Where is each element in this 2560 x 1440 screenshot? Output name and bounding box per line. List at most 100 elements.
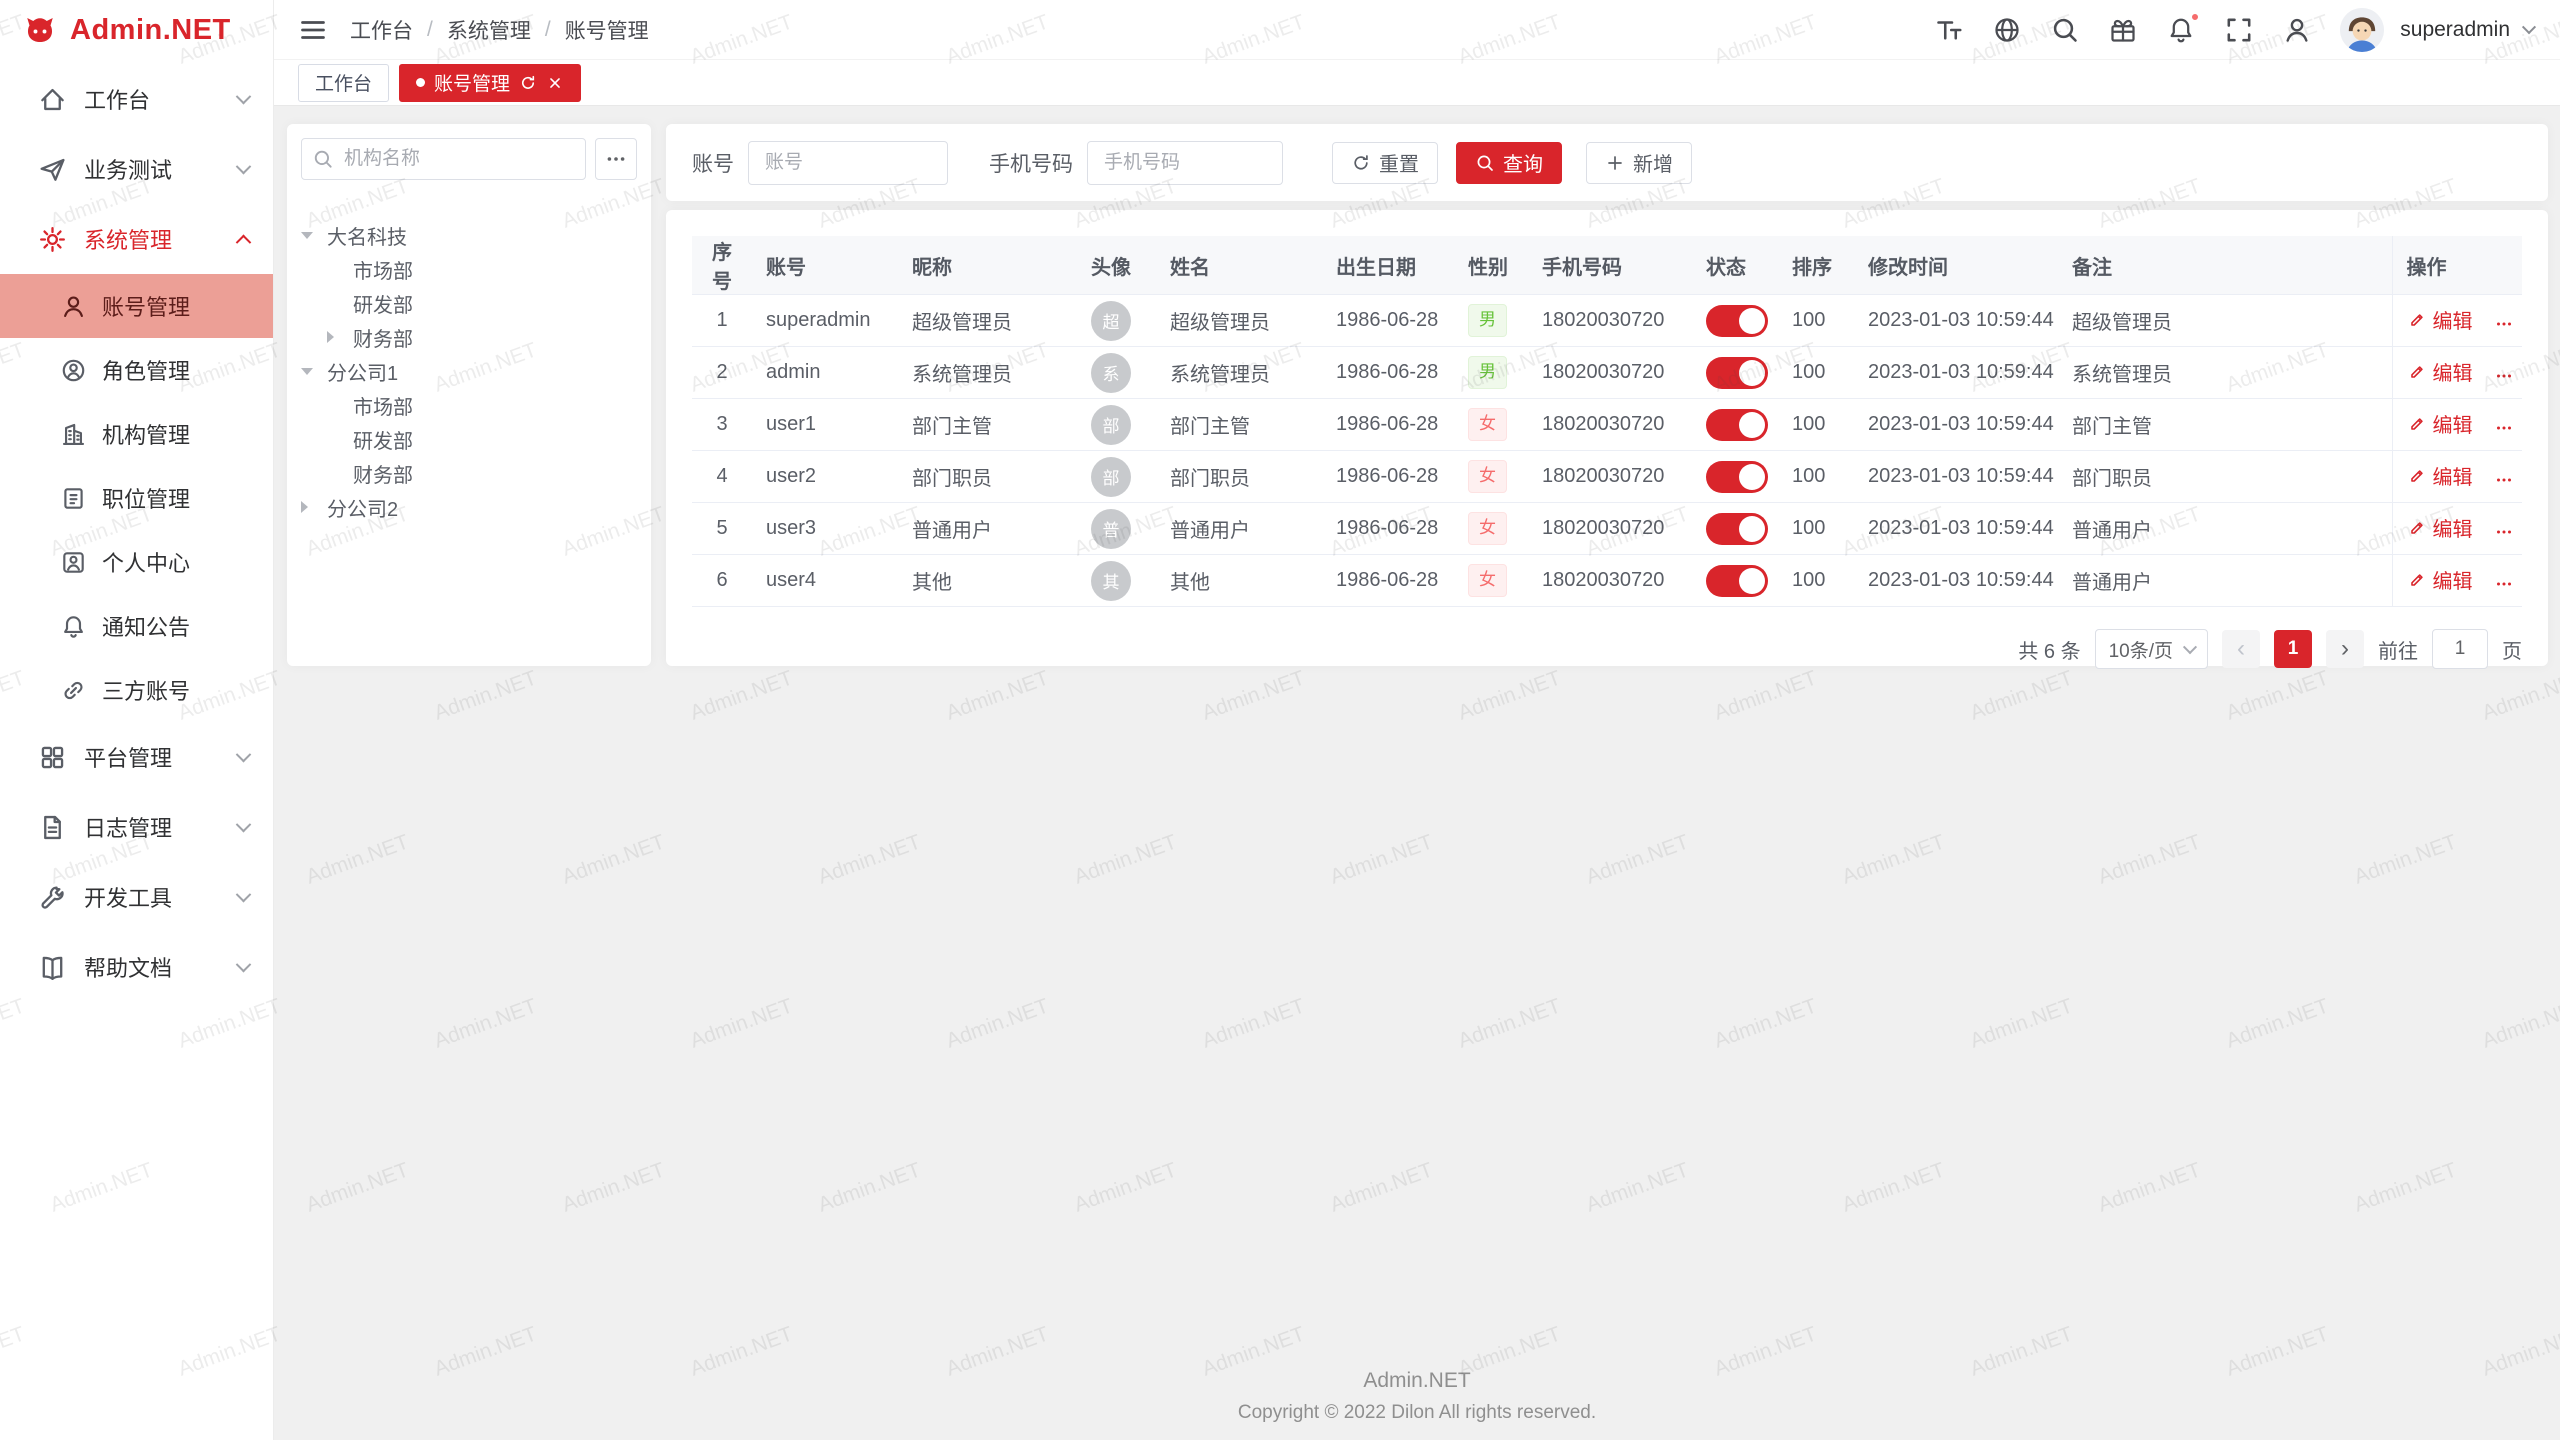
tree-node[interactable]: 市场部 bbox=[301, 388, 637, 422]
sidebar-item-label: 角色管理 bbox=[102, 354, 190, 386]
more-actions-button[interactable] bbox=[2491, 522, 2517, 542]
tab-workbench[interactable]: 工作台 bbox=[298, 64, 389, 102]
search-button[interactable]: 查询 bbox=[1456, 142, 1562, 184]
edit-button[interactable]: 编辑 bbox=[2407, 305, 2473, 334]
tabbar: 工作台 账号管理 bbox=[274, 60, 2560, 106]
more-actions-button[interactable] bbox=[2491, 314, 2517, 334]
cell-account: user4 bbox=[752, 555, 898, 607]
row-avatar: 普 bbox=[1091, 509, 1131, 549]
table-row: 3user1部门主管部部门主管1986-06-28女18020030720100… bbox=[692, 399, 2522, 451]
account-input[interactable] bbox=[748, 141, 948, 185]
tree-node[interactable]: 分公司1 bbox=[301, 354, 637, 388]
tree-node[interactable]: 分公司2 bbox=[301, 490, 637, 524]
cell-operations: 编辑 bbox=[2392, 555, 2522, 607]
sex-tag: 男 bbox=[1468, 304, 1507, 337]
tree-node[interactable]: 研发部 bbox=[301, 286, 637, 320]
status-switch[interactable] bbox=[1706, 409, 1768, 441]
tab-account-manage[interactable]: 账号管理 bbox=[399, 64, 581, 102]
notification-bell-icon[interactable] bbox=[2166, 15, 2196, 45]
sidebar-item-system-manage[interactable]: 系统管理 bbox=[0, 204, 273, 274]
breadcrumb-item-system[interactable]: 系统管理 bbox=[447, 15, 531, 45]
sidebar-item-biz-test[interactable]: 业务测试 bbox=[0, 134, 273, 204]
edit-button[interactable]: 编辑 bbox=[2407, 409, 2473, 438]
phone-input[interactable] bbox=[1087, 141, 1283, 185]
org-search-input[interactable] bbox=[301, 138, 586, 180]
goto-page-input[interactable] bbox=[2432, 629, 2488, 669]
chevron-down-icon bbox=[236, 816, 252, 832]
chevron-down-icon bbox=[236, 746, 252, 762]
prev-page-button[interactable]: ‹ bbox=[2222, 630, 2260, 668]
status-switch[interactable] bbox=[1706, 461, 1768, 493]
sidebar-item-org-manage[interactable]: 机构管理 bbox=[0, 402, 273, 466]
cell-modified-time: 2023-01-03 10:59:44 bbox=[1854, 555, 2058, 607]
close-icon[interactable] bbox=[546, 74, 564, 92]
edit-button[interactable]: 编辑 bbox=[2407, 461, 2473, 490]
menu-collapse-icon[interactable] bbox=[298, 15, 328, 45]
edit-button[interactable]: 编辑 bbox=[2407, 565, 2473, 594]
refresh-icon[interactable] bbox=[519, 74, 537, 92]
tree-node[interactable]: 财务部 bbox=[301, 320, 637, 354]
sidebar-item-position-manage[interactable]: 职位管理 bbox=[0, 466, 273, 530]
sidebar-item-log-manage[interactable]: 日志管理 bbox=[0, 792, 273, 862]
status-switch[interactable] bbox=[1706, 565, 1768, 597]
org-search-row bbox=[301, 138, 637, 180]
status-switch[interactable] bbox=[1706, 305, 1768, 337]
tab-label: 工作台 bbox=[315, 69, 372, 96]
tree-node[interactable]: 市场部 bbox=[301, 252, 637, 286]
theme-icon[interactable] bbox=[2108, 15, 2138, 45]
tree-node[interactable]: 研发部 bbox=[301, 422, 637, 456]
tree-node[interactable]: 大名科技 bbox=[301, 218, 637, 252]
tree-node[interactable]: 财务部 bbox=[301, 456, 637, 490]
more-actions-button[interactable] bbox=[2491, 574, 2517, 594]
caret-right-icon[interactable] bbox=[327, 331, 353, 343]
column-header: 操作 bbox=[2392, 236, 2522, 295]
username[interactable]: superadmin bbox=[2400, 18, 2510, 42]
table-row: 6user4其他其其他1986-06-28女180200307201002023… bbox=[692, 555, 2522, 607]
status-switch[interactable] bbox=[1706, 357, 1768, 389]
logo[interactable]: Admin.NET bbox=[0, 0, 273, 60]
fullscreen-icon[interactable] bbox=[2224, 15, 2254, 45]
sidebar-item-workbench[interactable]: 工作台 bbox=[0, 64, 273, 134]
test-icon bbox=[38, 155, 67, 184]
sidebar-item-role-manage[interactable]: 角色管理 bbox=[0, 338, 273, 402]
account-icon[interactable] bbox=[2282, 15, 2312, 45]
more-actions-button[interactable] bbox=[2491, 470, 2517, 490]
cell-name: 部门主管 bbox=[1156, 399, 1322, 451]
more-actions-button[interactable] bbox=[2491, 366, 2517, 386]
caret-down-icon[interactable] bbox=[301, 368, 327, 375]
sidebar-item-personal-center[interactable]: 个人中心 bbox=[0, 530, 273, 594]
add-button[interactable]: 新增 bbox=[1586, 142, 1692, 184]
sidebar-item-label: 通知公告 bbox=[102, 610, 190, 642]
language-icon[interactable] bbox=[1992, 15, 2022, 45]
edit-button[interactable]: 编辑 bbox=[2407, 357, 2473, 386]
tree-node-label: 财务部 bbox=[353, 459, 413, 488]
search-icon[interactable] bbox=[2050, 15, 2080, 45]
sidebar-item-label: 账号管理 bbox=[102, 290, 190, 322]
sidebar-item-dev-tools[interactable]: 开发工具 bbox=[0, 862, 273, 932]
cell-avatar: 系 bbox=[1066, 347, 1156, 399]
sidebar-item-notice[interactable]: 通知公告 bbox=[0, 594, 273, 658]
page-number-button[interactable]: 1 bbox=[2274, 630, 2312, 668]
org-more-button[interactable] bbox=[595, 138, 637, 180]
cell-avatar: 普 bbox=[1066, 503, 1156, 555]
sidebar-item-third-account[interactable]: 三方账号 bbox=[0, 658, 273, 722]
cell-index: 5 bbox=[692, 503, 752, 555]
next-page-button[interactable]: › bbox=[2326, 630, 2364, 668]
more-actions-button[interactable] bbox=[2491, 418, 2517, 438]
tree-node-label: 市场部 bbox=[353, 391, 413, 420]
notification-badge bbox=[2190, 12, 2200, 22]
caret-down-icon[interactable] bbox=[301, 232, 327, 239]
cell-status bbox=[1692, 295, 1778, 347]
user-avatar[interactable] bbox=[2340, 8, 2384, 52]
page-size-select[interactable]: 10条/页 bbox=[2095, 629, 2208, 669]
breadcrumb-item-workbench[interactable]: 工作台 bbox=[350, 15, 413, 45]
sidebar-item-platform-manage[interactable]: 平台管理 bbox=[0, 722, 273, 792]
caret-right-icon[interactable] bbox=[301, 501, 327, 513]
edit-button[interactable]: 编辑 bbox=[2407, 513, 2473, 542]
sidebar-item-account-manage[interactable]: 账号管理 bbox=[0, 274, 273, 338]
chevron-down-icon[interactable] bbox=[2522, 20, 2536, 34]
status-switch[interactable] bbox=[1706, 513, 1768, 545]
font-size-icon[interactable] bbox=[1934, 15, 1964, 45]
sidebar-item-help-docs[interactable]: 帮助文档 bbox=[0, 932, 273, 1002]
reset-button[interactable]: 重置 bbox=[1332, 142, 1438, 184]
